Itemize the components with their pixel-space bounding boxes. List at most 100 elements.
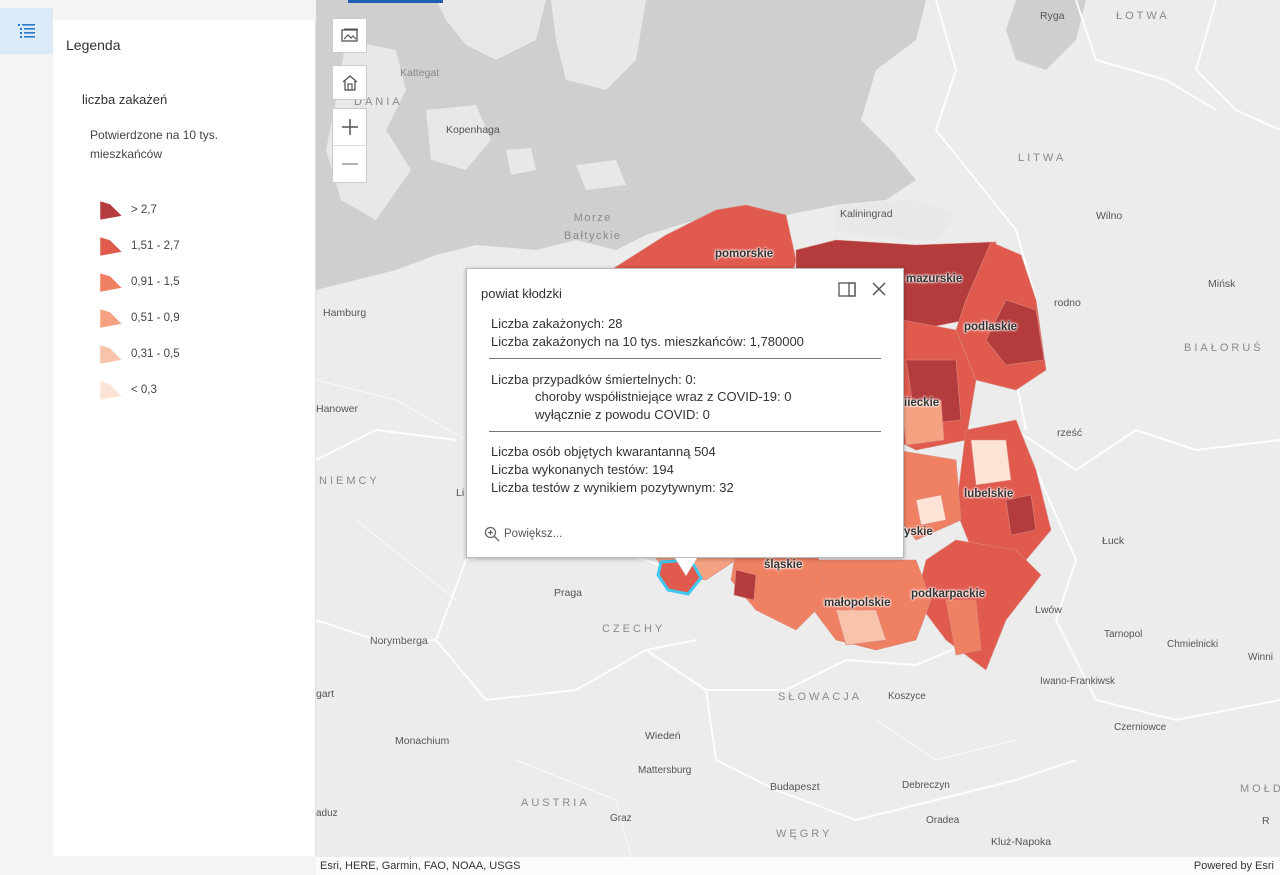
minus-icon — [341, 162, 358, 165]
popup-close-button[interactable] — [870, 280, 892, 302]
map-label-paduz: aduz — [316, 808, 338, 819]
legend-toggle-button[interactable] — [0, 8, 53, 54]
map-label-mattersburg: Mattersburg — [638, 765, 692, 776]
map-label-baltic-sea: Morze Bałtyckie — [564, 209, 622, 245]
popup-pointer — [675, 558, 697, 576]
popup-line-tests: Liczba wykonanych testów: 194 — [491, 462, 674, 477]
map-label-li: Li — [456, 487, 465, 499]
plus-icon — [341, 119, 358, 135]
legend-swatch — [99, 272, 123, 293]
legend-class-label: > 2,7 — [131, 204, 157, 216]
legend-swatch — [99, 236, 123, 257]
map-label-r-edge: R — [1262, 815, 1270, 827]
feature-popup: powiat kłodzki Liczba zakażonych: 28 Lic… — [466, 268, 904, 576]
map-label-monachium: Monachium — [395, 735, 450, 747]
popup-line-per-10k: Liczba zakażonych na 10 tys. mieszkańców… — [491, 334, 804, 349]
legend-class: 0,31 - 0,5 — [98, 341, 180, 367]
map-label-brzesc: rześć — [1057, 427, 1083, 439]
map-label-litwa: LITWA — [1018, 152, 1067, 164]
region-label-lubelskie: lubelskie — [964, 488, 1014, 500]
zoom-in-button[interactable] — [333, 109, 366, 145]
top-accent-bar — [348, 0, 443, 3]
map-label-koszyce: Koszyce — [888, 691, 926, 702]
map-label-kaliningrad: Kaliningrad — [840, 208, 893, 220]
map-label-hamburg: Hamburg — [323, 307, 367, 319]
legend-panel: Legenda liczba zakażeń Potwierdzone na 1… — [53, 20, 316, 856]
home-button[interactable] — [332, 65, 367, 100]
map-label-kopenhaga: Kopenhaga — [446, 124, 500, 136]
powered-by-esri[interactable]: Powered by Esri — [1194, 857, 1274, 875]
region-label-slaskie: śląskie — [764, 559, 803, 571]
map-label-debreczyn: Debreczyn — [902, 780, 950, 791]
map-label-praga: Praga — [554, 587, 583, 599]
region-label-mazurskie: mazurskie — [906, 273, 963, 285]
map-label-iwano-frankiwsk: Iwano-Frankiwsk — [1040, 676, 1116, 687]
popup-line-deaths: Liczba przypadków śmiertelnych: 0: — [491, 372, 697, 387]
map-label-baltic-sea-line1: Morze — [573, 212, 612, 224]
list-icon — [17, 24, 35, 38]
region-label-swietokrzyskie: yskie — [904, 526, 933, 538]
dock-icon — [838, 282, 856, 297]
legend-class-label: 0,51 - 0,9 — [131, 312, 180, 324]
legend-swatch — [99, 308, 123, 329]
map-label-oradea: Oradea — [926, 815, 960, 826]
map-label-wieden: Wiedeń — [645, 730, 681, 742]
map-label-chmielnicki: Chmielnicki — [1167, 639, 1219, 650]
map-label-budapeszt: Budapeszt — [770, 781, 820, 793]
map-label-austria: AUSTRIA — [521, 797, 590, 809]
popup-line-quarantine: Liczba osób objętych kwarantanną 504 — [491, 444, 716, 459]
map-label-luck: Łuck — [1102, 535, 1125, 547]
map-label-czechy: CZECHY — [602, 623, 666, 635]
legend-class-label: 1,51 - 2,7 — [131, 240, 180, 252]
popup-title: powiat kłodzki — [481, 286, 562, 301]
region-label-podkarpackie: podkarpackie — [911, 588, 986, 600]
region-label-malopolskie: małopolskie — [824, 597, 891, 609]
map-label-slowacja: SŁOWACJA — [778, 691, 863, 703]
region-label-podlaskie: podlaskie — [964, 321, 1018, 333]
legend-title: Legenda — [66, 37, 121, 53]
map-label-lwow: Lwów — [1035, 604, 1062, 616]
popup-line-comorbid: choroby współistniejące wraz z COVID-19:… — [535, 389, 792, 404]
popup-separator — [489, 358, 881, 359]
legend-swatch — [99, 380, 123, 401]
map-label-bialorus: BIAŁORUŚ — [1184, 342, 1264, 354]
map-label-wilno: Wilno — [1096, 210, 1123, 222]
popup-separator — [489, 431, 881, 432]
basemap-gallery-icon — [340, 28, 358, 42]
map-label-gart: gart — [316, 688, 335, 700]
zoom-out-button[interactable] — [333, 145, 366, 181]
region-label-mazowieckie: iieckie — [904, 397, 940, 409]
popup-line-infections: Liczba zakażonych: 28 — [491, 316, 623, 331]
legend-field-title: Potwierdzone na 10 tys. mieszkańców — [90, 128, 219, 161]
legend-class-label: 0,91 - 1,5 — [131, 276, 180, 288]
map-label-baltic-sea-line2: Bałtyckie — [564, 230, 622, 242]
popup-line-positive-tests: Liczba testów z wynikiem pozytywnym: 32 — [491, 480, 734, 495]
popup-dock-button[interactable] — [838, 282, 858, 300]
map-label-winnica: Winni — [1248, 652, 1274, 663]
zoom-controls — [332, 108, 367, 183]
basemap-gallery-button[interactable] — [332, 18, 367, 53]
legend-swatch — [99, 344, 123, 365]
map-label-kluz-napoka: Kluż-Napoka — [991, 836, 1052, 848]
legend-class: 1,51 - 2,7 — [98, 233, 180, 259]
legend-layer-title: liczba zakażeń — [82, 92, 168, 107]
legend-class: 0,91 - 1,5 — [98, 269, 180, 295]
map-label-hanower: Hanower — [316, 403, 359, 415]
zoom-magnifier-icon — [484, 526, 500, 542]
legend-class: < 0,3 — [98, 377, 157, 403]
map-label-tarnopol: Tarnopol — [1104, 629, 1143, 640]
map-label-minsk: Mińsk — [1208, 278, 1236, 290]
legend-class-label: < 0,3 — [131, 384, 157, 396]
legend-class-label: 0,31 - 0,5 — [131, 348, 180, 360]
map-label-grodno: rodno — [1054, 297, 1081, 309]
map-label-niemcy: NIEMCY — [319, 475, 380, 487]
popup-line-covid-only: wyłącznie z powodu COVID: 0 — [535, 407, 710, 422]
map-label-wegry: WĘGRY — [776, 828, 833, 840]
map-label-norymberga: Norymberga — [370, 635, 428, 647]
popup-zoom-to-button[interactable]: Powiększ... — [484, 526, 562, 542]
close-icon — [872, 282, 886, 296]
side-toolbar — [0, 0, 53, 875]
map-label-ryga: Ryga — [1040, 10, 1065, 22]
popup-zoom-label: Powiększ... — [504, 528, 563, 540]
region-label-pomorskie: pomorskie — [715, 248, 774, 260]
